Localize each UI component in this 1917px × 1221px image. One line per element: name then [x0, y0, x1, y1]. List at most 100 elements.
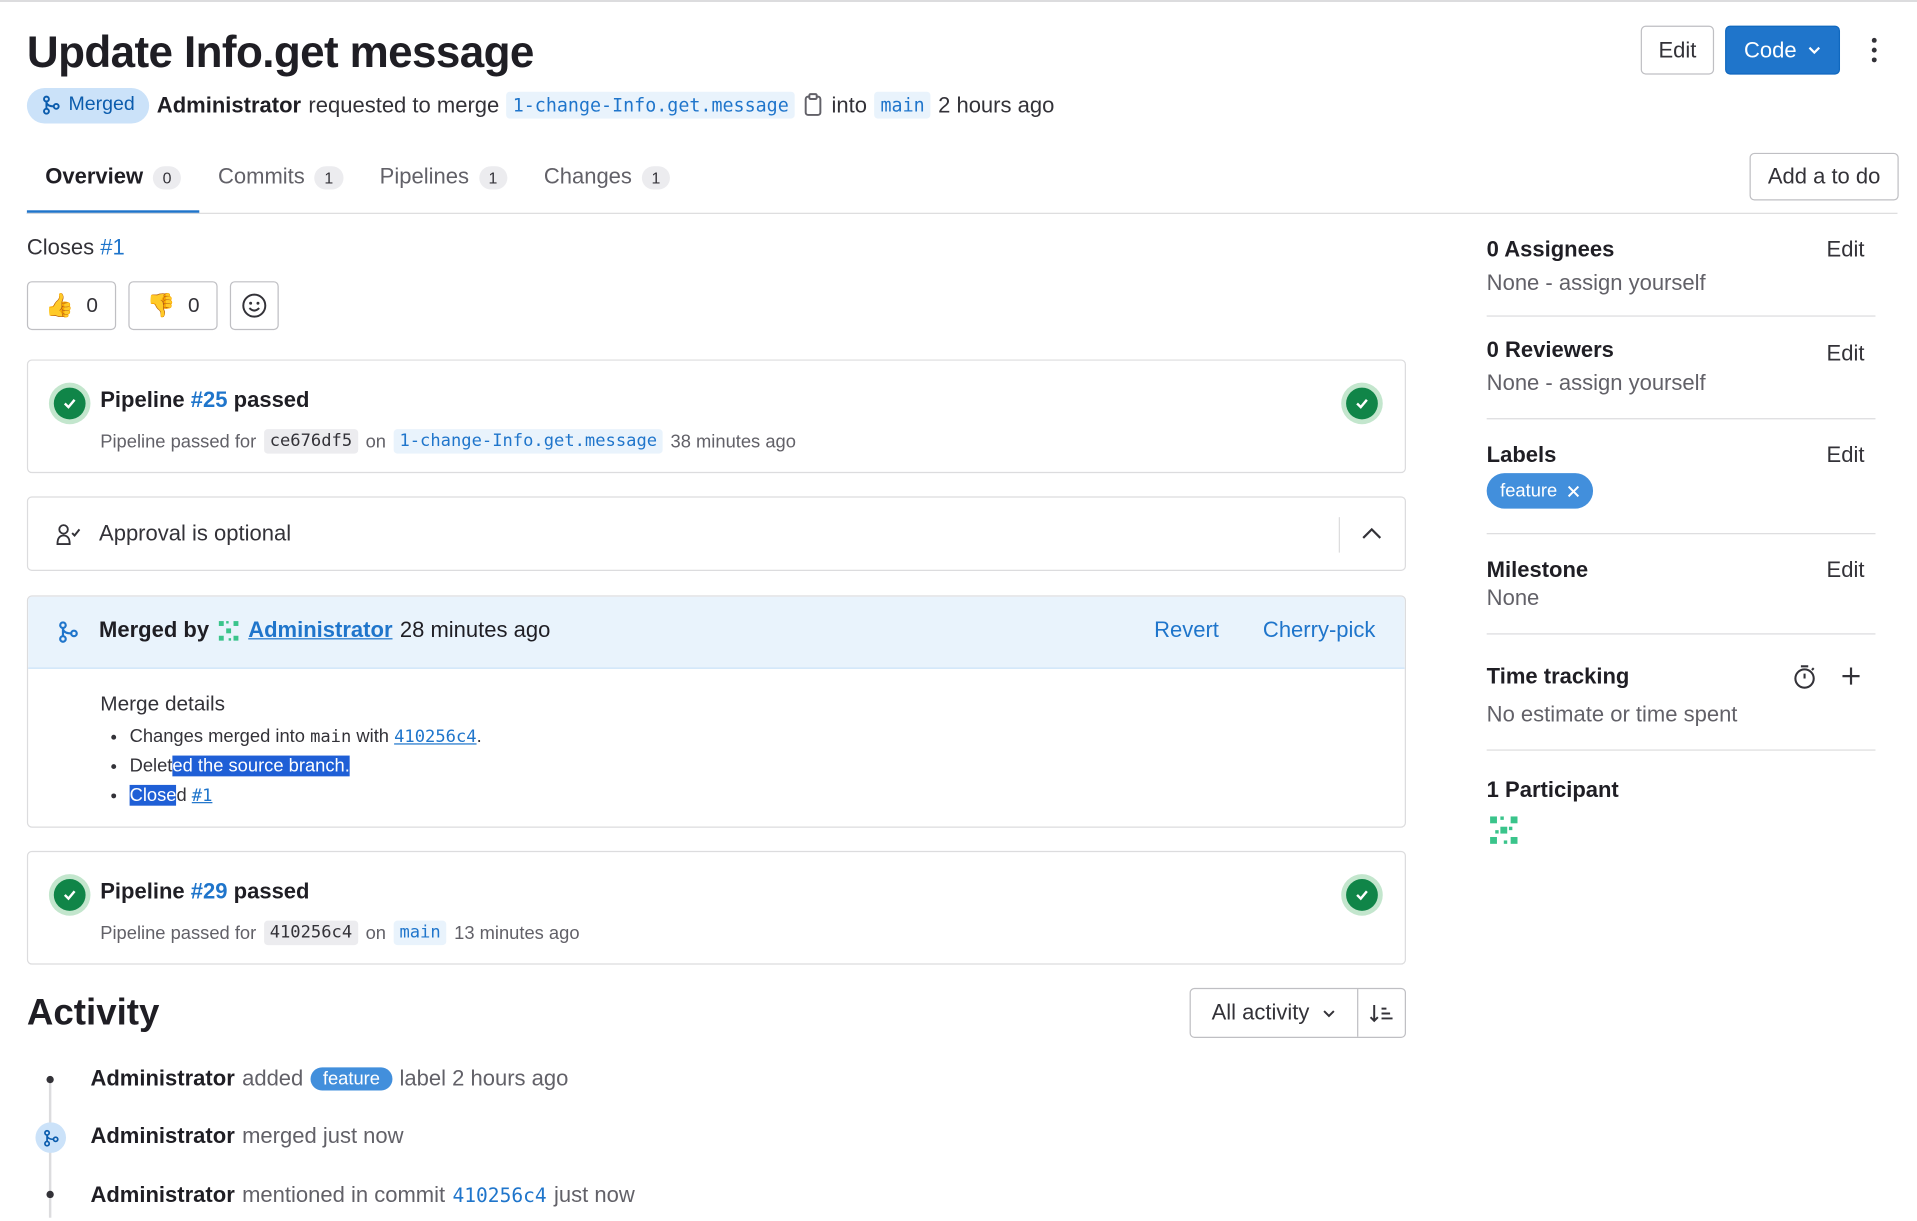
tab-label: Changes — [543, 163, 632, 189]
code-dropdown-button[interactable]: Code — [1725, 25, 1841, 75]
time-tracking-title: Time tracking — [1486, 663, 1630, 689]
label-text: feature — [1500, 480, 1558, 502]
target-branch[interactable]: main — [874, 91, 931, 119]
detail-text: with — [356, 726, 390, 748]
edit-reviewers-button[interactable]: Edit — [1827, 341, 1865, 367]
assignees-value[interactable]: None - assign yourself — [1487, 270, 1876, 296]
time-tracking-value: No estimate or time spent — [1486, 701, 1738, 727]
close-icon[interactable] — [1567, 485, 1579, 497]
tab-label: Pipelines — [379, 163, 469, 189]
list-item: Closed #1 — [129, 784, 482, 806]
stage-success-icon[interactable] — [1346, 387, 1378, 420]
status-badge: Merged — [26, 87, 150, 123]
timeline-dot — [46, 1075, 54, 1084]
edit-assignees-button[interactable]: Edit — [1827, 237, 1865, 263]
pipeline-subtitle: Pipeline passed for 410256c4 on main 13 … — [100, 920, 580, 946]
tab-count: 1 — [478, 166, 508, 190]
thumbs-up-count: 0 — [86, 293, 98, 317]
reviewers-value[interactable]: None - assign yourself — [1487, 370, 1876, 396]
branch-link[interactable]: main — [393, 920, 447, 946]
activity-text: added — [242, 1066, 304, 1091]
activity-user[interactable]: Administrator — [90, 1066, 234, 1092]
success-check-icon[interactable] — [53, 387, 86, 420]
activity-item: Administrator merged just now — [90, 1124, 403, 1150]
pipeline-title-prefix: Pipeline — [100, 879, 185, 904]
sidebar-assignees: 0 Assignees None - assign yourself Edit — [1487, 237, 1876, 296]
label-badge[interactable]: feature — [310, 1067, 393, 1091]
sort-direction-button[interactable] — [1358, 989, 1404, 1037]
code-button-label: Code — [1744, 37, 1797, 62]
commit-link[interactable]: 410256c4 — [394, 727, 476, 747]
chevron-up-icon — [1362, 527, 1382, 539]
avatar — [218, 620, 239, 641]
pipeline-subtitle: Pipeline passed for ce676df5 on 1-change… — [100, 429, 796, 454]
selected-text: ed the source branch. — [172, 755, 350, 777]
success-check-icon[interactable] — [53, 879, 86, 911]
detail-text: . — [476, 726, 482, 748]
sidebar-time-tracking: Time tracking No estimate or time spent — [1487, 664, 1876, 728]
sort-icon — [1369, 1004, 1393, 1022]
activity-filter: All activity — [1189, 987, 1406, 1038]
more-actions-icon[interactable] — [1858, 32, 1890, 69]
labels-title: Labels — [1486, 442, 1557, 468]
tab-changes[interactable]: Changes 1 — [525, 152, 688, 214]
commit-sha[interactable]: 410256c4 — [263, 920, 359, 946]
pipeline-link[interactable]: #29 — [191, 879, 228, 903]
copy-icon[interactable] — [802, 93, 824, 117]
edit-milestone-button[interactable]: Edit — [1827, 558, 1865, 584]
activity-user[interactable]: Administrator — [90, 1182, 234, 1208]
milestone-value: None — [1486, 585, 1540, 611]
pipeline-link[interactable]: #25 — [191, 388, 228, 412]
merge-icon — [35, 1122, 67, 1153]
stopwatch-icon[interactable] — [1792, 664, 1816, 691]
label-badge[interactable]: feature — [1486, 473, 1593, 509]
merge-details-title: Merge details — [100, 691, 226, 716]
selected-text: Close — [129, 784, 177, 806]
pipeline-sub-prefix: Pipeline passed for — [100, 922, 257, 944]
edit-labels-button[interactable]: Edit — [1827, 443, 1865, 469]
merge-icon — [43, 95, 60, 115]
merged-time: 28 minutes ago — [399, 617, 551, 642]
tab-pipelines[interactable]: Pipelines 1 — [361, 152, 525, 214]
cherry-pick-button[interactable]: Cherry-pick — [1263, 617, 1375, 643]
thumbs-down-button[interactable]: 👎 0 — [128, 281, 218, 331]
author-name[interactable]: Administrator — [157, 92, 301, 118]
divider — [1486, 418, 1876, 420]
collapse-button[interactable] — [1356, 517, 1388, 551]
activity-user[interactable]: Administrator — [90, 1124, 234, 1150]
add-reaction-button[interactable] — [230, 281, 280, 331]
source-branch[interactable]: 1-change-Info.get.message — [506, 91, 795, 119]
tab-commits[interactable]: Commits 1 — [200, 152, 362, 214]
merge-meta: Merged Administrator requested to merge … — [26, 87, 1054, 124]
edit-button[interactable]: Edit — [1640, 25, 1715, 75]
participants-title: 1 Participant — [1486, 777, 1619, 803]
detail-branch: main — [310, 727, 352, 748]
revert-button[interactable]: Revert — [1154, 617, 1219, 643]
commit-sha[interactable]: ce676df5 — [263, 429, 359, 454]
commit-link[interactable]: 410256c4 — [452, 1183, 546, 1206]
branch-link[interactable]: 1-change-Info.get.message — [393, 429, 664, 454]
pipeline-time: 38 minutes ago — [670, 430, 796, 452]
tab-label: Commits — [217, 163, 305, 189]
milestone-title: Milestone — [1486, 557, 1589, 582]
requested-text: requested to merge — [308, 92, 500, 117]
stage-success-icon[interactable] — [1346, 879, 1378, 911]
pipeline-status: passed — [233, 387, 310, 413]
avatar[interactable] — [1487, 813, 1521, 847]
merge-details: Merge details Changes merged into main w… — [100, 691, 482, 814]
add-todo-button[interactable]: Add a to do — [1749, 152, 1899, 201]
list-item: Changes merged into main with 410256c4. — [130, 726, 482, 747]
thumbs-down-icon: 👎 — [146, 293, 176, 320]
closes-issue-link[interactable]: #1 — [100, 235, 124, 259]
plus-icon[interactable] — [1840, 665, 1862, 687]
timeline-dot — [46, 1190, 54, 1199]
merged-user-link[interactable]: Administrator — [248, 617, 392, 643]
pipeline-title: Pipeline #29 passed — [100, 879, 309, 905]
tab-count: 1 — [641, 166, 671, 190]
thumbs-up-button[interactable]: 👍 0 — [26, 281, 117, 331]
tab-overview[interactable]: Overview 0 — [26, 152, 200, 214]
activity-filter-dropdown[interactable]: All activity — [1191, 989, 1359, 1037]
activity-heading: Activity — [26, 992, 160, 1034]
issue-link[interactable]: #1 — [192, 786, 213, 806]
tab-count: 1 — [314, 166, 343, 190]
